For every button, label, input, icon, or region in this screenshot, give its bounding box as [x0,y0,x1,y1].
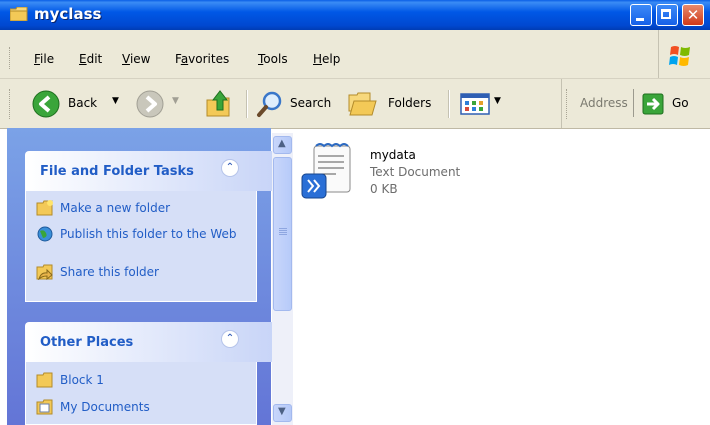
collapse-icon[interactable]: ⌃ [221,159,239,177]
file-folder-tasks-body: Make a new folder Publish this folder to… [25,191,257,302]
toolbar-separator [246,90,248,118]
menu-item[interactable]: Help [313,52,340,66]
scrollbar-thumb[interactable] [273,157,292,311]
menu-item[interactable]: File [34,52,54,66]
toolbar-separator [448,90,450,118]
address-bar-edge [633,89,634,117]
menu-item[interactable]: View [122,52,150,66]
forward-icon [136,90,164,118]
close-button[interactable]: ✕ [682,4,704,26]
block1-link[interactable]: Block 1 [60,373,104,388]
menu-item[interactable]: Tools [258,52,288,66]
scroll-down-icon: ▼ [278,406,286,417]
collapse-icon[interactable]: ⌃ [221,330,239,348]
menu-bar: File Edit View Favorites Tools Help [0,30,710,79]
go-label: Go [672,96,689,110]
maximize-button[interactable] [656,4,678,26]
back-icon [32,90,60,118]
file-name: mydata [370,148,416,162]
other-places-header[interactable]: Other Places ⌃ [25,322,282,362]
publish-folder-link[interactable]: Publish this folder to the Web [60,227,240,242]
address-grip [566,89,570,119]
vertical-scrollbar[interactable]: ▲ ▼ [272,133,293,425]
folder-icon [36,372,53,388]
back-dropdown-icon[interactable]: ▼ [112,96,119,106]
menu-item[interactable]: Favorites [175,52,229,66]
menu-item[interactable]: Edit [79,52,102,66]
file-type: Text Document [370,165,461,179]
other-places-title: Other Places [40,335,134,350]
folders-label: Folders [388,96,432,110]
scroll-up-icon: ▲ [278,138,286,149]
text-file-icon [301,143,351,199]
my-documents-icon [36,399,53,415]
my-documents-label: My Documents [60,400,150,414]
title-bar[interactable]: myclass ✕ [0,0,710,30]
block1-label: Block 1 [60,373,104,387]
folders-icon [348,92,377,116]
forward-dropdown-icon[interactable]: ▼ [172,96,179,106]
search-icon [257,91,282,117]
back-button[interactable]: Back ▼ [30,87,126,119]
file-item-mydata[interactable]: mydata Text Document 0 KB [298,140,498,208]
window-title: myclass [34,5,102,23]
up-folder-icon[interactable] [205,88,235,118]
go-icon [642,93,664,115]
toolbar-divider [561,79,562,128]
folder-icon [10,7,28,21]
folders-button[interactable]: Folders [344,87,440,119]
other-places-body: Block 1 My Documents [25,362,257,425]
file-size: 0 KB [370,182,398,196]
views-dropdown-icon[interactable]: ▼ [494,96,501,106]
new-folder-icon [36,200,53,216]
views-button[interactable]: ▼ [458,87,510,119]
back-label: Back [68,96,98,110]
file-folder-tasks-header[interactable]: File and Folder Tasks ⌃ [25,151,282,191]
go-button[interactable]: Go [640,87,708,119]
search-label: Search [290,96,332,110]
scroll-down-button[interactable]: ▼ [273,404,292,422]
toolbar-grip [9,89,13,119]
scroll-up-button[interactable]: ▲ [273,136,292,154]
menu-grip [9,47,13,69]
publish-folder-label: Publish this folder to the Web [60,227,237,241]
share-folder-link[interactable]: Share this folder [60,265,159,280]
make-new-folder-link[interactable]: Make a new folder [60,201,170,216]
toolbar: Back ▼ ▼ Search Folders ▼ Address Go [0,79,710,129]
address-label: Address [580,96,628,110]
search-button[interactable]: Search [254,87,338,119]
menu-divider [658,30,659,78]
make-new-folder-label: Make a new folder [60,201,171,215]
minimize-button[interactable] [630,4,652,26]
share-folder-label: Share this folder [60,265,159,279]
windows-logo-icon [669,46,690,66]
publish-icon [37,226,53,242]
file-folder-tasks-title: File and Folder Tasks [40,164,194,179]
close-icon: ✕ [686,6,700,24]
share-icon [36,264,53,280]
forward-button[interactable]: ▼ [134,87,190,119]
views-icon [460,93,490,115]
my-documents-link[interactable]: My Documents [60,400,150,415]
